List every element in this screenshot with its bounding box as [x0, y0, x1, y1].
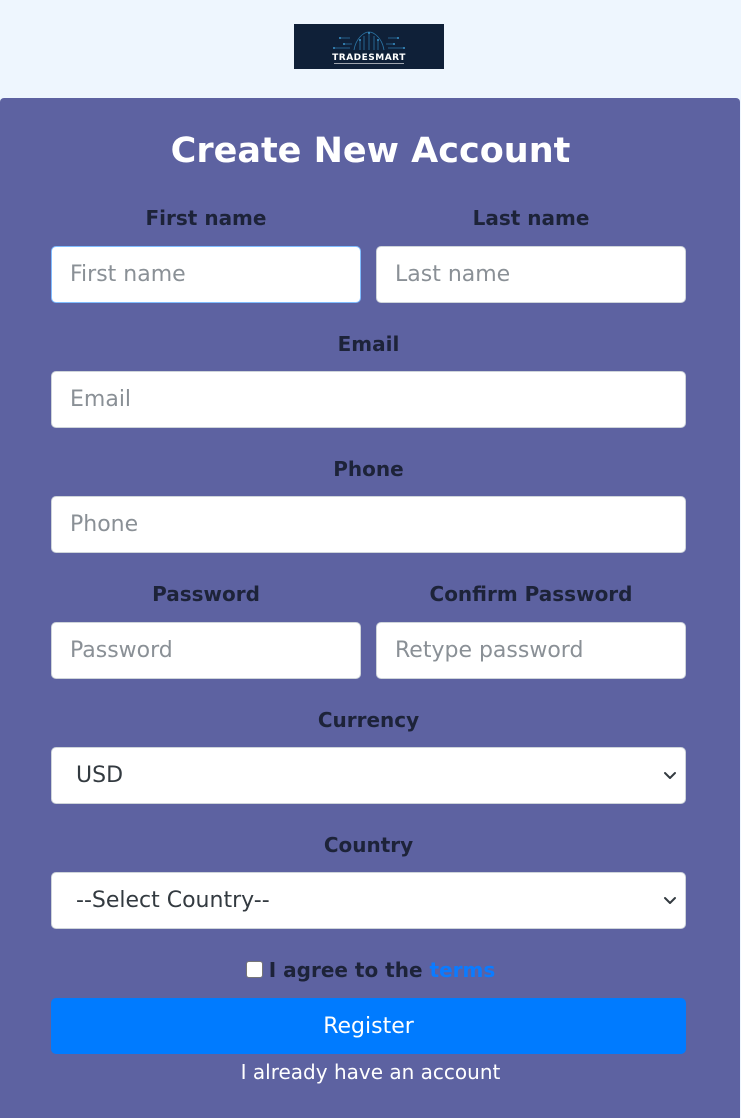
email-input[interactable] — [51, 371, 686, 428]
chevron-down-icon — [664, 897, 676, 904]
currency-selected-value: USD — [76, 763, 124, 788]
first-name-input[interactable] — [51, 246, 361, 303]
page-title: Create New Account — [170, 131, 571, 171]
phone-label: Phone — [333, 457, 404, 481]
first-name-label: First name — [145, 206, 267, 230]
country-label: Country — [323, 833, 414, 857]
confirm-password-input[interactable] — [376, 622, 686, 679]
terms-link[interactable]: terms — [430, 958, 496, 982]
page-header: TRADESMART — [0, 0, 741, 98]
email-label: Email — [337, 332, 400, 356]
country-select[interactable]: --Select Country-- — [51, 872, 686, 929]
password-label: Password — [152, 582, 260, 606]
chevron-down-icon — [664, 772, 676, 779]
login-link[interactable]: I already have an account — [0, 1058, 741, 1086]
logo-wordmark: TRADESMART — [332, 53, 406, 63]
register-button[interactable]: Register — [51, 998, 686, 1054]
phone-input[interactable] — [51, 496, 686, 553]
agree-text: I agree to the — [268, 958, 430, 982]
terms-checkbox[interactable] — [245, 961, 263, 978]
last-name-label: Last name — [472, 206, 590, 230]
terms-agreement: I agree to the terms — [0, 956, 741, 984]
country-selected-value: --Select Country-- — [76, 888, 270, 913]
password-input[interactable] — [51, 622, 361, 679]
currency-label: Currency — [317, 708, 420, 732]
brand-logo[interactable]: TRADESMART — [294, 24, 444, 69]
confirm-password-label: Confirm Password — [429, 582, 633, 606]
last-name-input[interactable] — [376, 246, 686, 303]
currency-select[interactable]: USD — [51, 747, 686, 804]
